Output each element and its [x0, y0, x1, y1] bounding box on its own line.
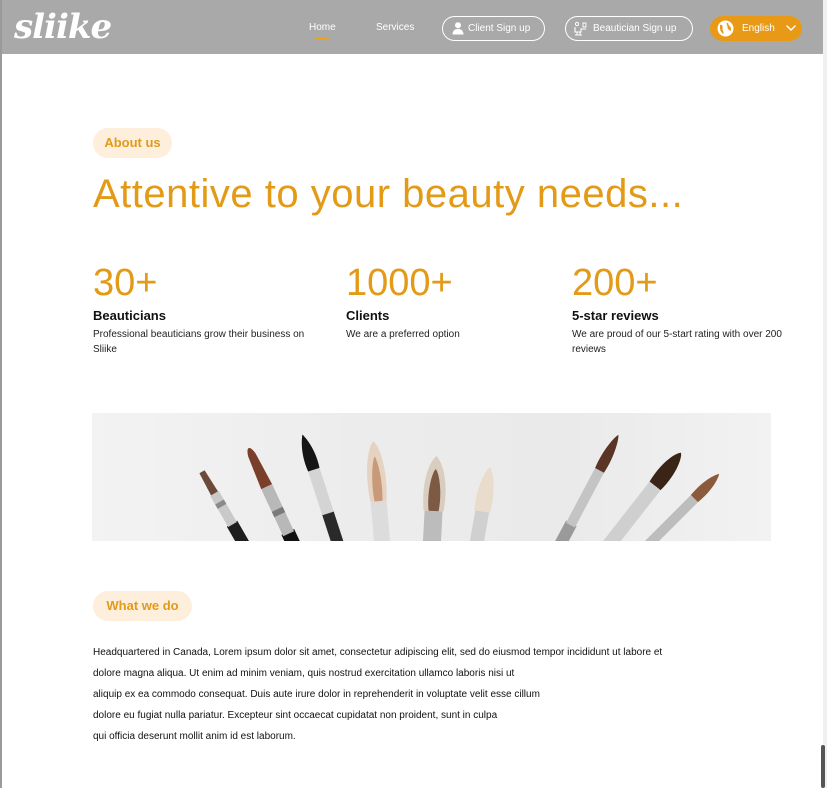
- language-selector[interactable]: English: [710, 16, 802, 41]
- what-we-do-badge: What we do: [93, 591, 192, 621]
- stat-description: Professional beauticians grow their busi…: [93, 329, 305, 355]
- nav-home-label: Home: [309, 22, 336, 33]
- stat-description: We are proud of our 5-start rating with …: [572, 329, 782, 355]
- text-line: qui officia deserunt mollit anim id est …: [93, 731, 296, 742]
- makeup-brushes-illustration: [199, 434, 720, 541]
- top-navbar: sliike Home Services Client Sign up Beau…: [2, 0, 823, 54]
- stat-title: Beauticians: [93, 308, 166, 323]
- sliike-logo[interactable]: sliike: [14, 6, 112, 48]
- stat-title: Clients: [346, 308, 390, 323]
- language-label: English: [742, 23, 775, 34]
- stat-clients: 1000+ Clients We are a preferred option: [346, 262, 576, 342]
- what-we-do-text: Headquartered in Canada, Lorem ipsum dol…: [93, 645, 793, 750]
- stat-reviews: 200+ 5-star reviews We are proud of our …: [572, 262, 802, 357]
- nav-services-link[interactable]: Services: [376, 22, 414, 33]
- globe-icon: [717, 20, 734, 37]
- beautician-signup-button[interactable]: Beautician Sign up: [565, 16, 693, 41]
- stat-description: We are a preferred option: [346, 329, 460, 340]
- beautician-chair-icon: [574, 21, 587, 36]
- active-nav-indicator: [315, 37, 329, 39]
- stat-value: 200+: [572, 262, 658, 304]
- nav-home-link[interactable]: Home: [309, 22, 336, 39]
- text-line: Headquartered in Canada, Lorem ipsum dol…: [93, 647, 663, 658]
- client-signup-button[interactable]: Client Sign up: [442, 16, 545, 41]
- stat-value: 1000+: [346, 262, 453, 304]
- makeup-brushes-photo: [92, 413, 771, 541]
- text-line: dolore eu fugiat nulla pariatur. Excepte…: [93, 710, 498, 721]
- stat-value: 30+: [93, 262, 158, 304]
- client-signup-label: Client Sign up: [468, 23, 531, 34]
- about-headline: Attentive to your beauty needs...: [93, 172, 684, 216]
- user-icon: [452, 22, 464, 35]
- about-us-badge: About us: [93, 128, 172, 158]
- stat-title: 5-star reviews: [572, 308, 659, 323]
- chevron-down-icon: [786, 25, 796, 32]
- text-line: dolore magna aliqua. Ut enim ad minim ve…: [93, 668, 515, 679]
- nav-services-label: Services: [376, 22, 415, 33]
- scrollbar-track[interactable]: [823, 0, 827, 788]
- stat-beauticians: 30+ Beauticians Professional beauticians…: [93, 262, 323, 357]
- beautician-signup-label: Beautician Sign up: [593, 23, 677, 34]
- scrollbar-thumb[interactable]: [821, 745, 825, 788]
- window-left-border: [0, 0, 2, 788]
- text-line: aliquip ex ea commodo consequat. Duis au…: [93, 689, 540, 700]
